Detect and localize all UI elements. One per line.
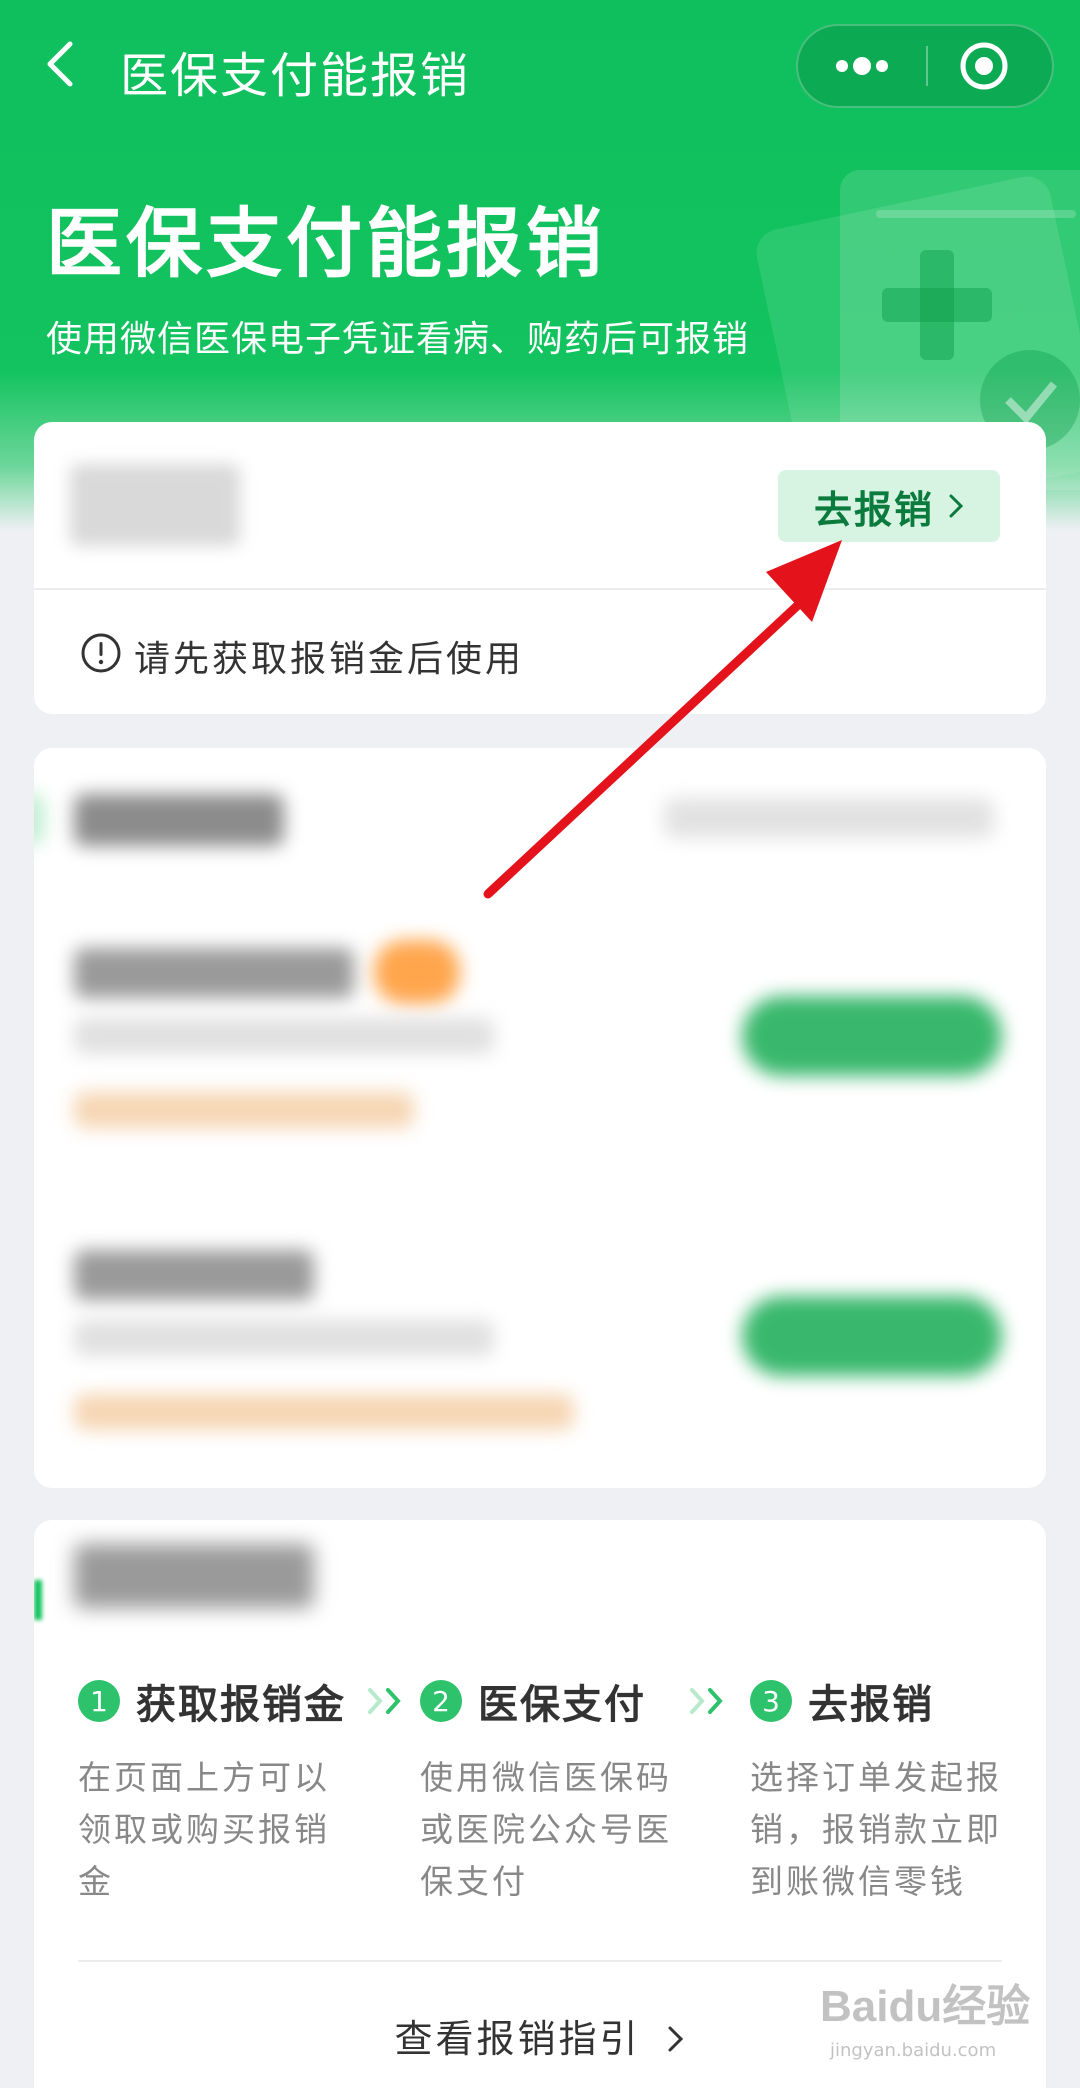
- blurred-content-card: [34, 748, 1046, 1488]
- blurred-item-meta: [74, 1320, 494, 1356]
- close-miniprogram-icon[interactable]: [928, 26, 1052, 106]
- notice-text: 请先获取报销金后使用: [134, 639, 525, 680]
- step-title: 获取报销金: [136, 1682, 346, 1728]
- go-reimburse-label: 去报销: [813, 487, 934, 532]
- step-description: 在页面上方可以领取或购买报销金: [78, 1758, 330, 1901]
- blurred-item-note: [74, 1394, 574, 1430]
- step-number: 2: [420, 1680, 462, 1722]
- blurred-item-tag: [374, 940, 460, 1004]
- step-number: 3: [750, 1680, 792, 1722]
- step-title: 去报销: [808, 1682, 934, 1728]
- blurred-item-button[interactable]: [742, 996, 1002, 1076]
- blurred-section-title: [74, 794, 284, 846]
- watermark-brand: Baidu经验: [820, 1982, 1031, 2031]
- baidu-watermark: Baidu经验 jingyan.baidu.com: [820, 1970, 1060, 2080]
- guide-divider: [78, 1960, 1002, 1962]
- navigation-bar: 医保支付能报销: [0, 0, 1080, 130]
- blurred-item-title: [74, 948, 354, 998]
- double-chevron-icon: [368, 1688, 401, 1714]
- more-options-icon[interactable]: [798, 26, 926, 106]
- step-title: 医保支付: [478, 1682, 646, 1728]
- nav-title: 医保支付能报销: [120, 48, 471, 104]
- reimburse-card: 去报销 请先获取报销金后使用: [34, 422, 1046, 714]
- back-arrow-icon[interactable]: [40, 34, 80, 94]
- info-exclamation-icon: [81, 633, 121, 673]
- blurred-item-note: [74, 1092, 414, 1128]
- view-guide-label: 查看报销指引: [394, 2017, 641, 2061]
- page-subtitle: 使用微信医保电子凭证看病、购药后可报销: [46, 319, 750, 360]
- section-accent-bar: [34, 1580, 42, 1620]
- blurred-section-link: [664, 798, 994, 838]
- blurred-item-meta: [74, 1018, 494, 1054]
- blurred-guide-title: [74, 1544, 314, 1608]
- page-title: 医保支付能报销: [46, 199, 606, 288]
- blurred-item-title: [74, 1250, 314, 1300]
- step-description: 选择订单发起报销，报销款立即到账微信零钱: [750, 1758, 1002, 1901]
- step-number: 1: [78, 1680, 120, 1722]
- card-divider: [34, 588, 1046, 590]
- double-chevron-icon: [690, 1688, 723, 1714]
- chevron-right-icon: [668, 2026, 683, 2052]
- go-reimburse-button[interactable]: 去报销: [778, 470, 1000, 542]
- chevron-right-icon: [949, 494, 964, 518]
- watermark-url: jingyan.baidu.com: [830, 2040, 997, 2061]
- blurred-city-label: [70, 464, 240, 546]
- blurred-accent: [34, 794, 44, 844]
- blurred-item-button[interactable]: [742, 1296, 1002, 1376]
- step-description: 使用微信医保码或医院公众号医保支付: [420, 1758, 672, 1901]
- miniprogram-capsule: [796, 24, 1054, 108]
